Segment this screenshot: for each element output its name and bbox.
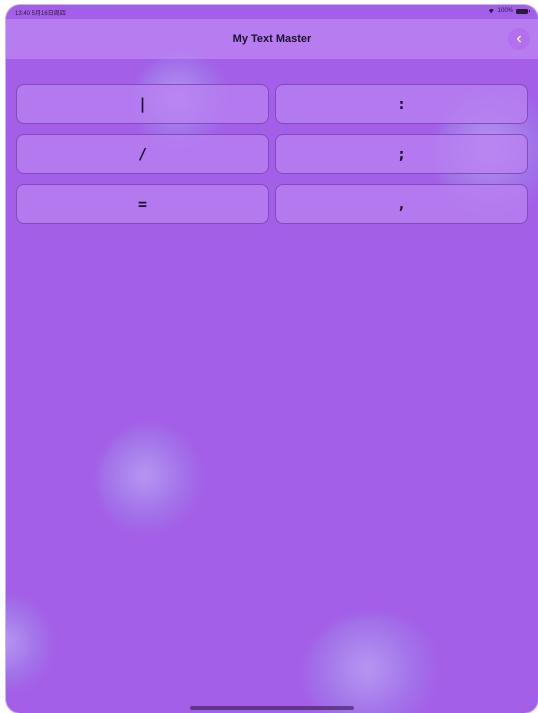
page-title: My Text Master xyxy=(232,33,312,45)
chevron-left-icon xyxy=(516,35,521,43)
app-screen: 13:40 5月16日周四 100% My Text Master | : / … xyxy=(6,5,538,713)
back-button[interactable] xyxy=(508,28,530,50)
symbol-grid: | : / ; = , xyxy=(16,84,528,224)
navigation-bar: My Text Master xyxy=(6,19,538,59)
symbol-button-pipe[interactable]: | xyxy=(16,84,269,124)
symbol-button-equals[interactable]: = xyxy=(16,184,269,224)
decorative-bubble xyxy=(6,597,52,697)
wifi-icon xyxy=(488,9,495,14)
status-bar: 13:40 5月16日周四 100% xyxy=(6,5,538,19)
status-indicators: 100% xyxy=(488,8,530,14)
home-indicator[interactable] xyxy=(190,706,354,710)
symbol-button-semicolon[interactable]: ; xyxy=(275,134,528,174)
decorative-bubble xyxy=(304,615,444,713)
decorative-bubble xyxy=(98,425,202,537)
status-time: 13:40 5月16日周四 xyxy=(15,11,66,17)
battery-icon xyxy=(516,8,530,14)
battery-percentage: 100% xyxy=(497,8,513,14)
symbol-button-colon[interactable]: : xyxy=(275,84,528,124)
symbol-button-comma[interactable]: , xyxy=(275,184,528,224)
symbol-button-slash[interactable]: / xyxy=(16,134,269,174)
